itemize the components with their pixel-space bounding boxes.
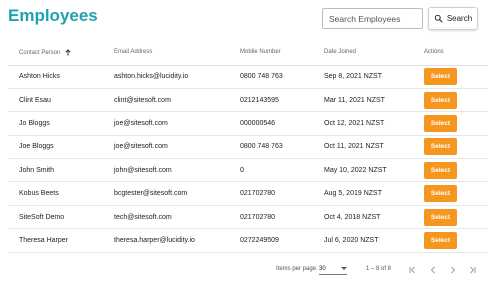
- cell-contact-person: SiteSoft Demo: [8, 205, 114, 230]
- cell-mobile: 000000546: [240, 111, 324, 136]
- cell-actions: Select: [424, 88, 488, 113]
- cell-contact-person: John Smith: [8, 158, 114, 183]
- cell-date-joined: Oct 11, 2021 NZST: [324, 135, 424, 160]
- page-title: Employees: [8, 6, 98, 25]
- search-button-label: Search: [446, 14, 473, 23]
- cell-actions: Select: [424, 158, 488, 183]
- cell-actions: Select: [424, 181, 488, 206]
- column-header-label: Contact Person: [19, 49, 61, 56]
- cell-date-joined: May 10, 2022 NZST: [324, 158, 424, 183]
- cell-actions: Select: [424, 135, 488, 160]
- cell-mobile: 0272249509: [240, 228, 324, 253]
- cell-date-joined: Oct 12, 2021 NZST: [324, 111, 424, 136]
- table-row: John Smith john@sitesoft.com 0 May 10, 2…: [8, 158, 488, 183]
- table-row: Ashton Hicks ashton.hicks@lucidity.io 08…: [8, 65, 488, 89]
- cell-email: ashton.hicks@lucidity.io: [114, 65, 240, 89]
- column-header-contact-person[interactable]: Contact Person: [8, 40, 114, 66]
- dropdown-caret-icon: [341, 267, 347, 270]
- table-row: Theresa Harper theresa.harper@lucidity.i…: [8, 228, 488, 253]
- select-button[interactable]: Select: [424, 208, 457, 226]
- cell-email: theresa.harper@lucidity.io: [114, 228, 240, 253]
- cell-actions: Select: [424, 111, 488, 136]
- cell-email: joe@sitesoft.com: [114, 111, 240, 136]
- column-header-date-joined[interactable]: Date Joined: [324, 40, 424, 66]
- next-page-icon: [451, 266, 456, 274]
- cell-contact-person: Theresa Harper: [8, 228, 114, 253]
- search-box[interactable]: [322, 8, 423, 29]
- cell-actions: Select: [424, 65, 488, 89]
- select-button[interactable]: Select: [424, 185, 457, 203]
- previous-page-button[interactable]: [426, 263, 440, 277]
- search-icon: [434, 14, 443, 23]
- select-button[interactable]: Select: [424, 138, 457, 156]
- cell-date-joined: Sep 8, 2021 NZST: [324, 65, 424, 89]
- select-button[interactable]: Select: [424, 231, 457, 249]
- cell-mobile: 021702780: [240, 181, 324, 206]
- sort-arrow-up-icon: [65, 48, 71, 56]
- prev-page-icon: [430, 266, 435, 274]
- cell-contact-person: Ashton Hicks: [8, 65, 114, 89]
- column-header-email[interactable]: Email Address: [114, 40, 240, 66]
- cell-actions: Select: [424, 205, 488, 230]
- last-page-button[interactable]: [465, 263, 479, 277]
- table-row: Jo Bloggs joe@sitesoft.com 000000546 Oct…: [8, 111, 488, 136]
- cell-mobile: 0800 748 763: [240, 135, 324, 160]
- cell-mobile: 021702780: [240, 205, 324, 230]
- last-page-icon: [470, 266, 476, 274]
- cell-contact-person: Joe Bloggs: [8, 135, 114, 160]
- table-row: Joe Bloggs joe@sitesoft.com 0800 748 763…: [8, 135, 488, 160]
- column-header-actions: Actions: [424, 40, 488, 66]
- first-page-icon: [409, 266, 415, 274]
- page-range-label: 1 – 8 of 8: [366, 266, 392, 272]
- cell-mobile: 0212143595: [240, 88, 324, 113]
- items-per-page-value: 30: [319, 266, 326, 272]
- employees-table: Contact Person Email Address Mobile Numb…: [8, 40, 488, 253]
- cell-date-joined: Oct 4, 2018 NZST: [324, 205, 424, 230]
- cell-date-joined: Jul 6, 2020 NZST: [324, 228, 424, 253]
- cell-email: john@sitesoft.com: [114, 158, 240, 183]
- cell-mobile: 0: [240, 158, 324, 183]
- select-button[interactable]: Select: [424, 114, 457, 132]
- select-button[interactable]: Select: [424, 68, 457, 86]
- table-header-row: Contact Person Email Address Mobile Numb…: [8, 40, 488, 66]
- table-row: SiteSoft Demo tech@sitesoft.com 02170278…: [8, 205, 488, 230]
- search-input[interactable]: [329, 13, 416, 24]
- cell-contact-person: Jo Bloggs: [8, 111, 114, 136]
- cell-contact-person: Clint Esau: [8, 88, 114, 113]
- cell-email: bcgtester@sitesoft.com: [114, 181, 240, 206]
- next-page-button[interactable]: [446, 263, 460, 277]
- table-row: Kobus Beets bcgtester@sitesoft.com 02170…: [8, 181, 488, 206]
- search-button[interactable]: Search: [428, 7, 478, 30]
- cell-mobile: 0800 748 763: [240, 65, 324, 89]
- select-button[interactable]: Select: [424, 161, 457, 179]
- items-per-page-select[interactable]: 30: [319, 264, 347, 275]
- select-button[interactable]: Select: [424, 91, 457, 109]
- column-header-mobile[interactable]: Mobile Number: [240, 40, 324, 66]
- cell-actions: Select: [424, 228, 488, 253]
- cell-email: joe@sitesoft.com: [114, 135, 240, 160]
- cell-email: tech@sitesoft.com: [114, 205, 240, 230]
- table-row: Clint Esau clint@sitesoft.com 0212143595…: [8, 88, 488, 113]
- paginator: Items per page: 30 1 – 8 of 8: [0, 262, 496, 278]
- cell-date-joined: Aug 5, 2019 NZST: [324, 181, 424, 206]
- cell-contact-person: Kobus Beets: [8, 181, 114, 206]
- cell-date-joined: Mar 11, 2021 NZST: [324, 88, 424, 113]
- items-per-page-label: Items per page:: [276, 266, 318, 272]
- cell-email: clint@sitesoft.com: [114, 88, 240, 113]
- first-page-button[interactable]: [406, 263, 420, 277]
